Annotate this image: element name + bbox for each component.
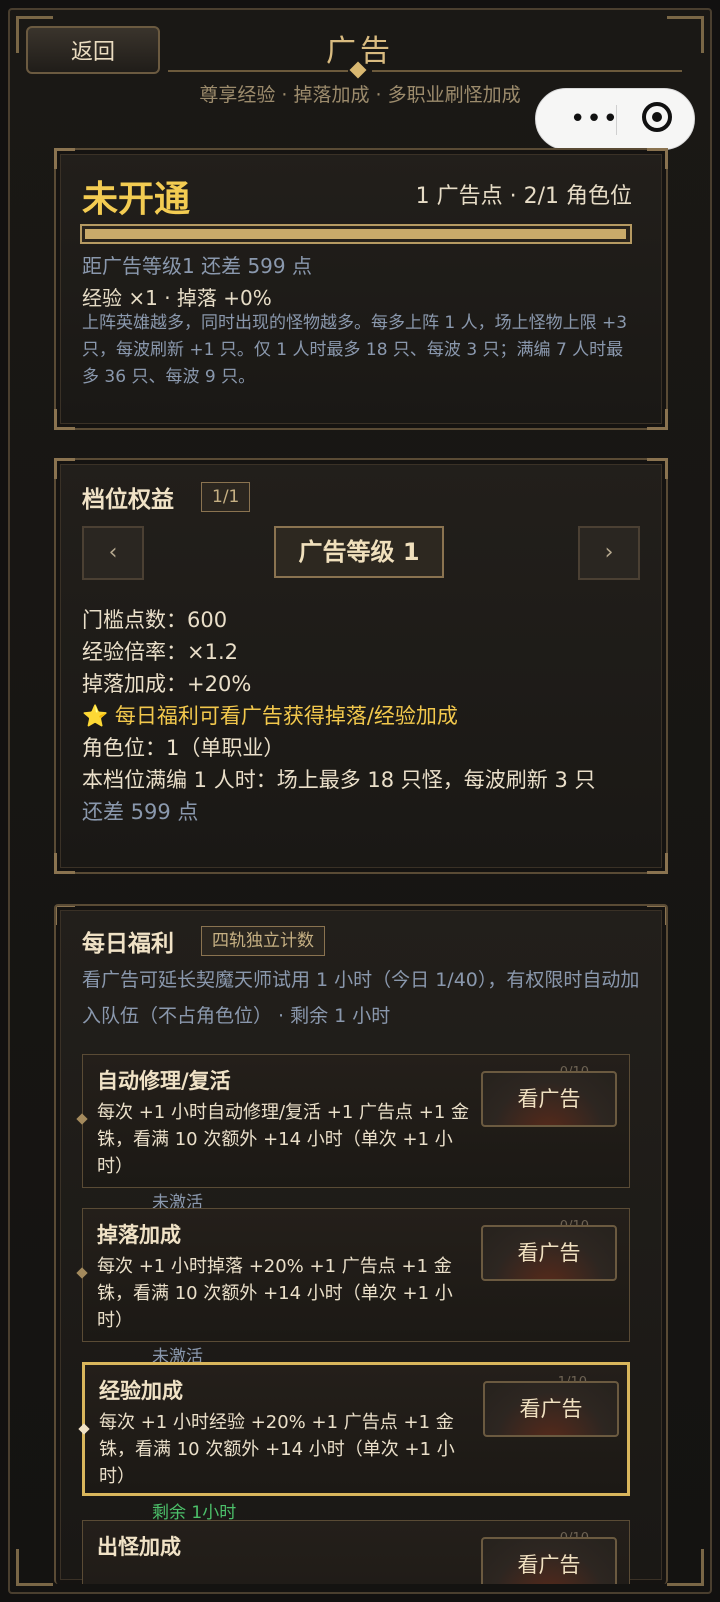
miniprogram-capsule: ••• <box>535 88 695 150</box>
drop-bonus: 掉落加成：+20% <box>82 672 252 696</box>
daily-benefits-title: 每日福利 <box>82 931 174 957</box>
card-title: 掉落加成 <box>97 1223 181 1247</box>
card-diamond-ornament <box>78 1423 90 1435</box>
capsule-divider <box>616 105 617 135</box>
benefit-card-auto-repair: 自动修理/复活 每次 +1 小时自动修理/复活 +1 广告点 +1 金铢，看满 … <box>76 1054 630 1188</box>
title-divider-left <box>168 70 348 72</box>
watch-ad-button[interactable]: 看广告 <box>483 1381 619 1437</box>
exp-rate: 经验倍率：×1.2 <box>82 640 238 664</box>
card-diamond-ornament <box>76 1113 88 1125</box>
current-bonus: 经验 ×1 · 掉落 +0% <box>82 286 272 310</box>
tier-benefits-title: 档位权益 <box>82 487 174 513</box>
watch-ad-button[interactable]: 看广告 <box>481 1071 617 1127</box>
card-description: 每次 +1 小时自动修理/复活 +1 广告点 +1 金铢，看满 10 次额外 +… <box>97 1102 469 1177</box>
progress-fill <box>85 229 626 239</box>
watch-ad-button[interactable]: 看广告 <box>481 1537 617 1584</box>
team-size-description: 上阵英雄越多，同时出现的怪物越多。每多上阵 1 人，场上怪物上限 +3 只，每波… <box>82 313 628 387</box>
card-description: 每次 +1 小时掉落 +20% +1 广告点 +1 金铢，看满 10 次额外 +… <box>97 1256 453 1331</box>
tier-points-remaining: 还差 599 点 <box>82 800 199 824</box>
prev-tier-button[interactable]: ‹ <box>82 526 144 580</box>
card-title: 经验加成 <box>99 1379 183 1403</box>
role-slots: 角色位：1（单职业） <box>82 736 285 760</box>
status-points-slots: 1 广告点 · 2/1 角色位 <box>415 184 632 209</box>
tier-page-tag: 1/1 <box>201 482 251 512</box>
ad-level-progress-bar <box>80 224 632 244</box>
threshold-points: 门槛点数：600 <box>82 608 228 632</box>
status-title: 未开通 <box>82 179 191 220</box>
frame-corner <box>16 1549 53 1586</box>
status-panel: 未开通 1 广告点 · 2/1 角色位 距广告等级1 还差 599 点 经验 ×… <box>54 148 668 430</box>
card-diamond-ornament <box>76 1267 88 1279</box>
full-team-info: 本档位满编 1 人时：场上最多 18 只怪，每波刷新 3 只 <box>82 768 596 792</box>
close-miniprogram-icon[interactable] <box>642 102 672 132</box>
independent-count-tag: 四轨独立计数 <box>201 926 325 956</box>
benefit-card-drop-bonus: 掉落加成 每次 +1 小时掉落 +20% +1 广告点 +1 金铢，看满 10 … <box>76 1208 630 1342</box>
benefit-card-spawn-bonus: 出怪加成 0/10 看广告 <box>82 1520 630 1584</box>
daily-benefit-note: ⭐ 每日福利可看广告获得掉落/经验加成 <box>82 704 458 728</box>
card-title: 出怪加成 <box>97 1535 181 1559</box>
points-remaining: 距广告等级1 还差 599 点 <box>82 254 312 278</box>
card-title: 自动修理/复活 <box>97 1069 231 1093</box>
more-icon[interactable]: ••• <box>570 106 619 132</box>
tier-level-label: 广告等级 1 <box>274 526 444 578</box>
frame-corner <box>667 1549 704 1586</box>
next-tier-button[interactable]: › <box>578 526 640 580</box>
benefit-card-exp-bonus: 经验加成 每次 +1 小时经验 +20% +1 广告点 +1 金铢，看满 10 … <box>78 1362 630 1496</box>
daily-benefits-panel: 每日福利 四轨独立计数 看广告可延长契魔天师试用 1 小时（今日 1/40），有… <box>54 904 668 1584</box>
tier-benefits-panel: 档位权益 1/1 ‹ 广告等级 1 › 门槛点数：600 经验倍率：×1.2 掉… <box>54 458 668 874</box>
daily-trial-description: 看广告可延长契魔天师试用 1 小时（今日 1/40），有权限时自动加入队伍（不占… <box>82 969 640 1027</box>
watch-ad-button[interactable]: 看广告 <box>481 1225 617 1281</box>
title-divider-right <box>372 70 682 72</box>
card-description: 每次 +1 小时经验 +20% +1 广告点 +1 金铢，看满 10 次额外 +… <box>99 1412 455 1487</box>
